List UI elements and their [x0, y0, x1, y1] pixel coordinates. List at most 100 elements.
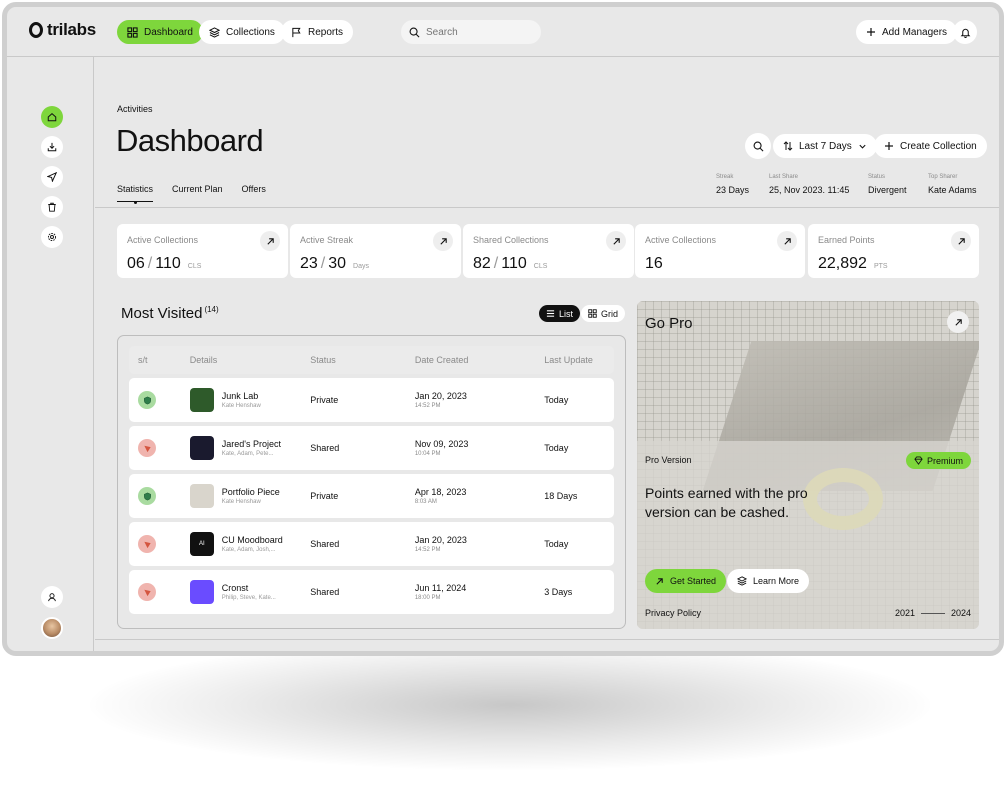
stat-open-button[interactable] [260, 231, 280, 251]
meta-value: Divergent [868, 185, 907, 195]
arrow-up-right-icon [612, 237, 621, 246]
last-update-cell: 18 Days [544, 491, 578, 501]
stat-open-button[interactable] [951, 231, 971, 251]
details-cell: Jared's Project Kate, Adam, Pete... [189, 436, 311, 460]
stat-value: 06/110 CLS [127, 255, 201, 273]
last-update-cell: Today [544, 395, 569, 405]
details-text: Jared's Project Kate, Adam, Pete... [222, 439, 281, 457]
sidebar-item-send[interactable] [41, 166, 63, 188]
view-grid-toggle[interactable]: Grid [581, 305, 626, 322]
column-header: s/t [138, 355, 148, 365]
meta-key: Top Sharer [928, 174, 958, 180]
stat-card-active-collections[interactable]: Active Collections 06/110 CLS [117, 224, 288, 278]
stat-unit: PTS [873, 263, 888, 270]
stat-card-active-streak[interactable]: Active Streak 23/30 Days [290, 224, 461, 278]
table-row[interactable]: Jared's Project Kate, Adam, Pete... Shared… [129, 426, 614, 470]
view-list-toggle[interactable]: List [539, 305, 581, 322]
diamond-icon [914, 456, 923, 465]
stat-card-shared-collections[interactable]: Shared Collections 82/110 CLS [463, 224, 634, 278]
collection-thumbnail: AI [189, 532, 214, 556]
breadcrumb: Activities [117, 104, 153, 114]
year-range-line [920, 612, 945, 614]
notifications-button[interactable] [953, 20, 977, 44]
meta-key: Last Share [769, 174, 799, 180]
trash-icon [47, 202, 57, 212]
stat-number: 22,892 [818, 255, 867, 272]
arrow-up-right-icon [439, 237, 448, 246]
sidebar-item-settings[interactable] [41, 226, 63, 248]
sidebar-item-support[interactable] [41, 586, 63, 608]
stat-separator: / [320, 255, 326, 272]
stat-value: 16 [645, 255, 663, 273]
main-content: Activities Dashboard Last 7 Days Create … [95, 57, 999, 651]
stat-open-button[interactable] [433, 231, 453, 251]
frame-shadow [90, 640, 930, 770]
nav-reports-button[interactable]: Reports [281, 20, 354, 44]
stat-label: Shared Collections [473, 235, 549, 245]
most-visited-title: Most Visited (14) [121, 305, 219, 322]
details-text: Portfolio Piece Kate Henshaw [222, 487, 280, 505]
time-value: 14:52 PM [414, 403, 441, 409]
collection-name: Cronst [221, 583, 249, 593]
status-type-cell [129, 583, 190, 601]
add-managers-button[interactable]: Add Managers [856, 20, 958, 44]
gear-icon [47, 232, 57, 242]
stat-label: Active Collections [127, 235, 199, 245]
promo-overlay [637, 441, 979, 629]
page-search-button[interactable] [745, 133, 771, 159]
stat-open-button[interactable] [777, 231, 797, 251]
stat-label: Active Collections [645, 235, 717, 245]
flag-icon [291, 27, 302, 38]
date-value: Nov 09, 2023 [414, 439, 469, 449]
bell-icon [960, 27, 971, 38]
plus-icon [884, 141, 894, 151]
table-row[interactable]: Cronst Philip, Steve, Kate... Shared Jun 11… [129, 570, 614, 614]
collection-name: CU Moodboard [221, 535, 283, 545]
collection-people: Kate Henshaw [221, 499, 261, 505]
sidebar-item-download[interactable] [41, 136, 63, 158]
column-header: Last Update [544, 355, 593, 365]
time-value: 18:00 PM [414, 595, 441, 601]
pro-version-label: Pro Version [645, 455, 692, 465]
nav-collections-label: Collections [226, 26, 275, 38]
stat-label: Active Streak [300, 235, 354, 245]
sidebar-item-trash[interactable] [41, 196, 63, 218]
table-row[interactable]: Junk Lab Kate Henshaw Private Jan 20, 2023 1… [129, 378, 614, 422]
date-value: Jun 11, 2024 [414, 583, 467, 593]
tab-offers[interactable]: Offers [242, 184, 266, 202]
download-icon [47, 142, 57, 152]
search-box[interactable] [401, 20, 541, 44]
nav-collections-button[interactable]: Collections [199, 20, 285, 44]
create-collection-label: Create Collection [900, 140, 977, 152]
nav-dashboard-button[interactable]: Dashboard [117, 20, 203, 44]
meta-key: Status [868, 174, 886, 180]
user-avatar[interactable] [41, 617, 63, 639]
search-input[interactable] [426, 26, 526, 38]
learn-more-button[interactable]: Learn More [727, 569, 810, 593]
table-row[interactable]: Portfolio Piece Kate Henshaw Private Apr 18… [129, 474, 614, 518]
year-range: 2021 2024 [895, 608, 971, 618]
stat-card-earned-points[interactable]: Earned Points 22,892 PTS [808, 224, 979, 278]
promo-open-button[interactable] [947, 311, 969, 333]
date-value: Apr 18, 2023 [414, 487, 467, 497]
table-body: Junk Lab Kate Henshaw Private Jan 20, 2023 1… [129, 378, 614, 614]
stat-total: 30 [328, 255, 347, 272]
stat-card-active-collections-2[interactable]: Active Collections 16 [635, 224, 805, 278]
sort-icon [783, 141, 793, 151]
privacy-policy-link[interactable]: Privacy Policy [645, 608, 701, 618]
stat-open-button[interactable] [606, 231, 626, 251]
date-range-dropdown[interactable]: Last 7 Days [773, 134, 877, 158]
meta-value: 23 Days [716, 185, 750, 195]
collection-thumbnail [189, 580, 214, 604]
status-type-cell [129, 487, 190, 505]
sidebar-item-home[interactable] [41, 106, 63, 128]
tab-current-plan[interactable]: Current Plan [172, 184, 223, 202]
table-row[interactable]: AI CU Moodboard Kate, Adam, Josh,... Shared… [129, 522, 614, 566]
create-collection-button[interactable]: Create Collection [874, 134, 987, 158]
tab-statistics[interactable]: Statistics [117, 184, 154, 204]
get-started-button[interactable]: Get Started [645, 569, 727, 593]
meta-value: Kate Adams [928, 185, 977, 195]
column-header: Status [310, 355, 336, 365]
most-visited-table: s/t Details Status Date Created Last Upd… [117, 335, 626, 629]
brand-logo[interactable]: trilabs [29, 20, 96, 40]
